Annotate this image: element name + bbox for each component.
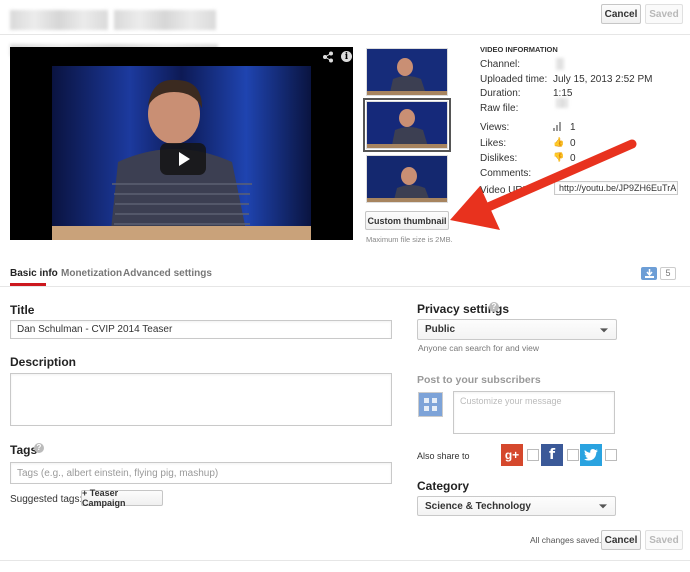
custom-thumbnail-button[interactable]: Custom thumbnail — [365, 211, 449, 230]
info-value-views: 1 — [570, 122, 576, 133]
red-arrow-annotation — [450, 139, 637, 230]
header-cancel-button[interactable]: Cancel — [601, 4, 641, 24]
also-share-to-label: Also share to — [417, 451, 470, 461]
description-label: Description — [10, 355, 77, 369]
twitter-checkbox[interactable] — [605, 449, 617, 461]
video-frame — [52, 66, 311, 240]
info-key-duration: Duration: — [480, 88, 521, 99]
footer-status: All changes saved. — [530, 535, 602, 545]
download-icon[interactable] — [641, 267, 657, 280]
header-saved-button: Saved — [645, 4, 683, 24]
google-plus-checkbox[interactable] — [527, 449, 539, 461]
play-icon[interactable] — [160, 143, 206, 175]
privacy-select[interactable]: Public — [417, 319, 617, 340]
subscriber-message-input[interactable]: Customize your message — [453, 391, 615, 434]
tags-label: Tags — [10, 443, 38, 457]
privacy-selected-value: Public — [425, 324, 456, 335]
twitter-icon[interactable] — [580, 444, 602, 466]
footer-saved-button: Saved — [645, 530, 683, 550]
raw-file-value-blurred — [556, 98, 568, 108]
description-textarea[interactable] — [10, 373, 392, 426]
post-to-subscribers-label: Post to your subscribers — [417, 374, 541, 386]
facebook-checkbox[interactable] — [567, 449, 579, 461]
thumbnail-option-1[interactable] — [366, 48, 448, 96]
facebook-icon[interactable]: f — [541, 444, 563, 466]
category-selected-value: Science & Technology — [425, 500, 531, 512]
category-select[interactable]: Science & Technology — [417, 496, 616, 516]
suggested-tags-label: Suggested tags: — [10, 494, 83, 505]
thumbnail-option-3[interactable] — [366, 155, 448, 203]
privacy-hint: Anyone can search for and view — [418, 343, 539, 353]
info-key-uploaded: Uploaded time: — [480, 74, 548, 85]
title-label: Title — [10, 303, 35, 317]
video-player[interactable]: i — [10, 47, 353, 240]
max-file-size-note: Maximum file size is 2MB. — [366, 235, 453, 244]
privacy-help-icon[interactable]: ? — [489, 302, 499, 312]
tab-badge: 5 — [660, 267, 676, 280]
tab-basic-info[interactable]: Basic info — [10, 268, 58, 279]
footer-divider — [0, 560, 690, 561]
category-label: Category — [417, 479, 470, 493]
channel-value-blurred — [556, 58, 564, 70]
info-key-channel: Channel: — [480, 59, 521, 70]
info-key-raw-file: Raw file: — [480, 103, 519, 114]
video-information-heading: VIDEO INFORMATION — [480, 45, 558, 54]
chevron-down-icon — [600, 327, 608, 332]
header-divider — [0, 34, 690, 35]
tags-input[interactable]: Tags (e.g., albert einstein, flying pig,… — [10, 462, 392, 484]
tab-advanced-settings[interactable]: Advanced settings — [123, 268, 212, 279]
google-plus-icon[interactable]: g+ — [501, 444, 523, 466]
tags-help-icon[interactable]: ? — [34, 443, 44, 453]
tab-monetization[interactable]: Monetization — [61, 268, 122, 279]
video-title-blurred — [10, 10, 108, 30]
suggested-tag-teaser-campaign[interactable]: + Teaser Campaign — [81, 488, 163, 508]
footer-cancel-button[interactable]: Cancel — [601, 530, 641, 550]
chevron-down-icon — [599, 504, 607, 509]
info-key-views: Views: — [480, 122, 510, 133]
video-title-blurred-2 — [114, 10, 216, 30]
share-icon[interactable] — [322, 51, 334, 63]
tabs-divider — [0, 286, 690, 287]
views-bars-icon — [553, 122, 561, 131]
title-input[interactable]: Dan Schulman - CVIP 2014 Teaser — [10, 320, 392, 339]
info-icon[interactable]: i — [341, 51, 352, 62]
info-value-uploaded: July 15, 2013 2:52 PM — [553, 74, 653, 85]
channel-avatar — [418, 392, 443, 417]
thumbnail-option-2[interactable] — [363, 98, 451, 152]
